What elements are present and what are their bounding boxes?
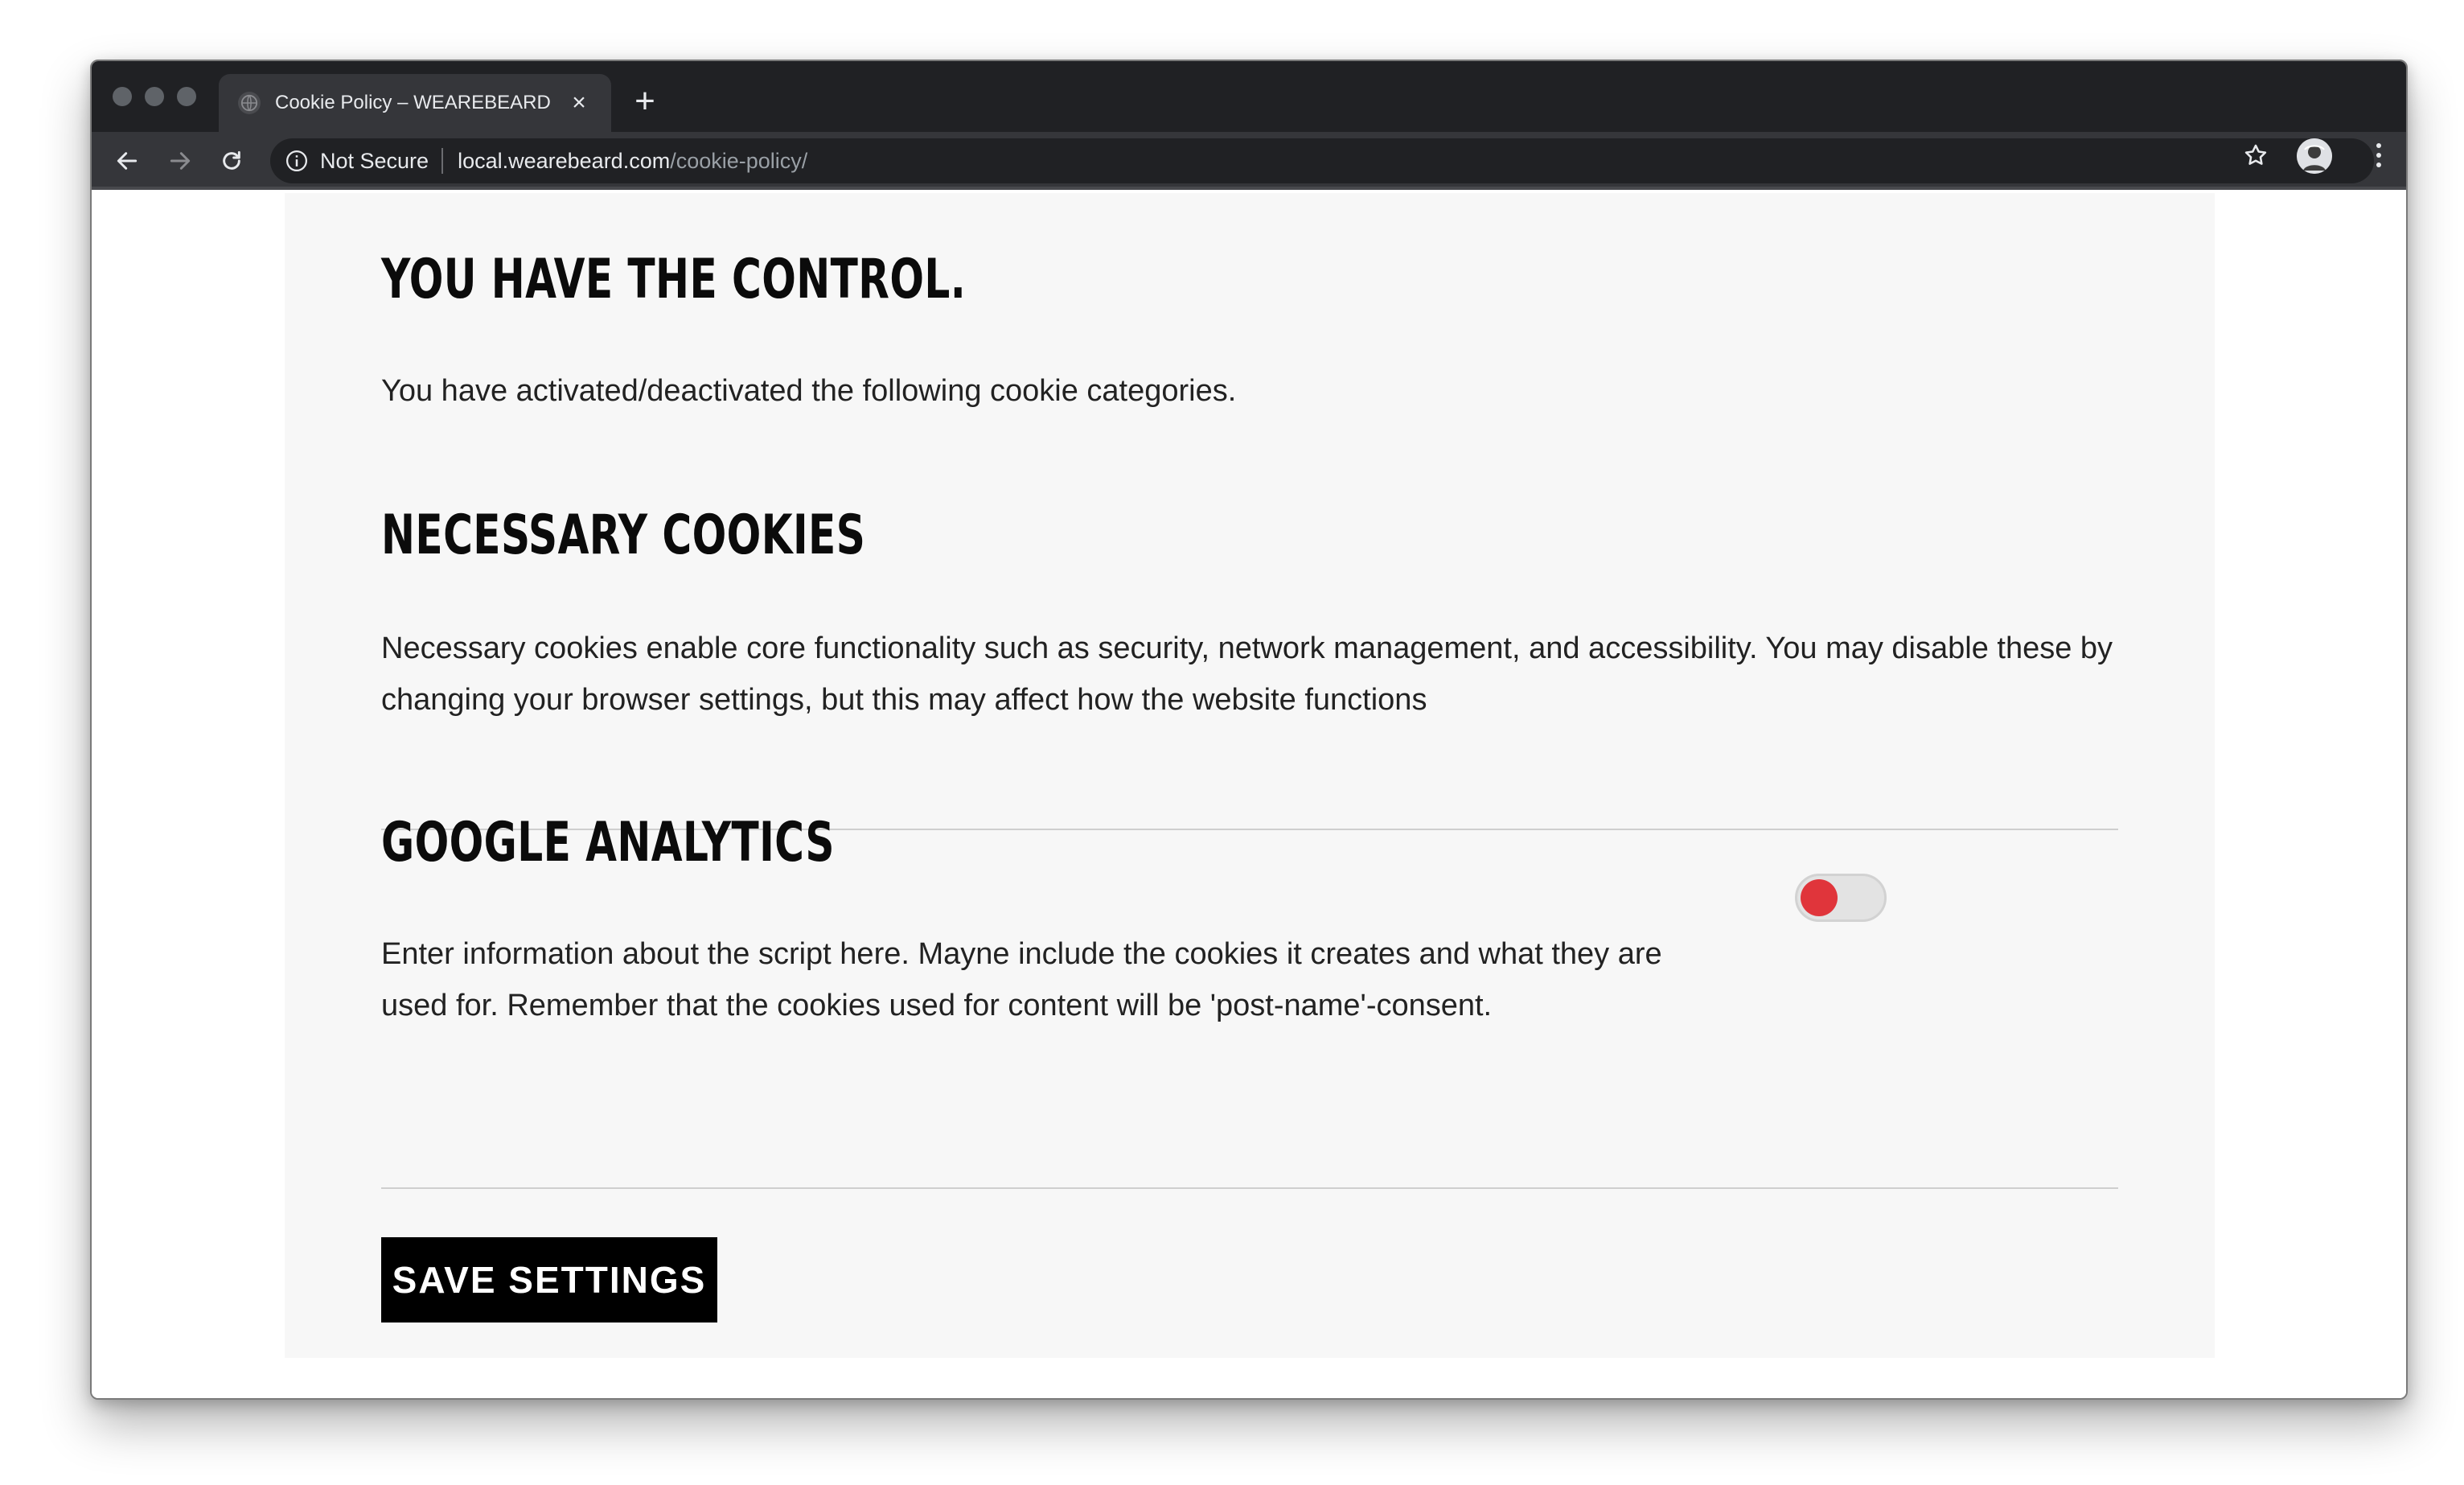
tab-title: Cookie Policy – WEAREBEARD xyxy=(275,92,551,113)
minimize-window-button[interactable] xyxy=(145,87,164,106)
control-heading: YOU HAVE THE CONTROL. xyxy=(381,248,967,311)
tab-strip: Cookie Policy – WEAREBEARD × + xyxy=(92,61,2406,132)
reload-icon[interactable] xyxy=(214,143,249,179)
tab-cookie-policy[interactable]: Cookie Policy – WEAREBEARD × xyxy=(219,74,611,132)
new-tab-icon[interactable]: + xyxy=(627,84,663,119)
save-settings-button[interactable]: SAVE SETTINGS xyxy=(381,1237,717,1323)
security-status[interactable]: Not Secure xyxy=(320,149,429,174)
necessary-cookies-description: Necessary cookies enable core functional… xyxy=(381,631,2113,717)
zoom-window-button[interactable] xyxy=(177,87,196,106)
back-arrow-icon[interactable] xyxy=(109,143,145,179)
address-separator xyxy=(441,148,444,174)
close-tab-icon[interactable]: × xyxy=(566,91,592,115)
bookmark-star-icon[interactable] xyxy=(2242,142,2269,169)
browser-menu-icon[interactable] xyxy=(2372,143,2385,167)
info-icon[interactable] xyxy=(285,149,309,173)
google-analytics-toggle[interactable] xyxy=(1795,874,1887,922)
cookie-settings-panel: YOU HAVE THE CONTROL. You have activated… xyxy=(285,193,2215,1358)
page-viewport: YOU HAVE THE CONTROL. You have activated… xyxy=(92,193,2406,1398)
close-window-button[interactable] xyxy=(113,87,132,106)
window-controls xyxy=(113,87,196,106)
google-analytics-heading: GOOGLE ANALYTICS xyxy=(381,811,835,874)
google-analytics-description: Enter information about the script here.… xyxy=(381,937,1662,1022)
necessary-cookies-heading: NECESSARY COOKIES xyxy=(381,504,866,567)
control-description: You have activated/deactivated the follo… xyxy=(381,374,1237,408)
url-host: local.wearebeard.com xyxy=(458,148,671,173)
browser-window: Cookie Policy – WEAREBEARD × + Not Secur… xyxy=(90,60,2408,1400)
forward-arrow-icon[interactable] xyxy=(162,143,198,179)
browser-toolbar: Not Secure local.wearebeard.com/cookie-p… xyxy=(92,132,2406,190)
globe-icon xyxy=(238,92,261,114)
address-bar[interactable]: Not Secure local.wearebeard.com/cookie-p… xyxy=(270,138,2374,183)
section-divider xyxy=(381,1187,2118,1189)
url-path: /cookie-policy/ xyxy=(670,148,808,173)
profile-avatar[interactable] xyxy=(2297,138,2332,174)
toggle-knob xyxy=(1801,879,1838,916)
